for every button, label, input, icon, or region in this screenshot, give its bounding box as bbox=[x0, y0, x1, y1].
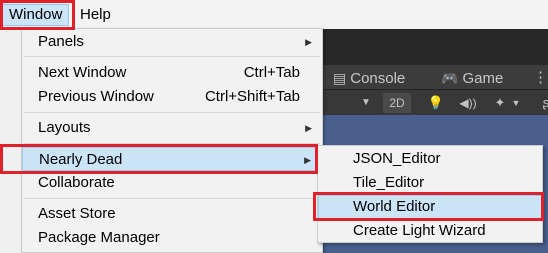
menu-item-asset-store[interactable]: Asset Store bbox=[22, 202, 322, 226]
menu-separator bbox=[24, 198, 320, 199]
menu-item-label: Layouts bbox=[38, 119, 91, 136]
submenu-arrow-icon: ▶ bbox=[305, 123, 312, 133]
lightbulb-icon[interactable]: 💡 bbox=[427, 93, 445, 113]
effects-dropdown-icon[interactable]: ▼ bbox=[511, 93, 521, 113]
menu-item-label: Asset Store bbox=[38, 205, 116, 222]
annotation-box-nearly-dead bbox=[0, 144, 318, 174]
effects-icon[interactable]: ✦ bbox=[489, 93, 511, 113]
tab-console-label: Console bbox=[350, 70, 406, 87]
console-icon: ▤ bbox=[333, 70, 347, 86]
menu-item-panels[interactable]: Panels ▶ bbox=[22, 30, 322, 54]
menu-item-collaborate[interactable]: Collaborate bbox=[22, 171, 322, 195]
tab-more-menu[interactable]: ⋮ bbox=[533, 67, 548, 89]
menu-separator bbox=[24, 112, 320, 113]
scene-toolbar: ▼ 2D 💡 ◀)) ✦ ▼ ʂ bbox=[323, 89, 548, 115]
tab-game[interactable]: 🎮 Game bbox=[441, 67, 503, 89]
menu-item-shortcut: Ctrl+Shift+Tab bbox=[204, 88, 300, 105]
menu-item-next-window[interactable]: Next Window Ctrl+Tab bbox=[22, 61, 322, 85]
submenu-item-json-editor[interactable]: JSON_Editor bbox=[318, 147, 542, 171]
menu-item-layouts[interactable]: Layouts ▶ bbox=[22, 116, 322, 140]
annotation-box-window bbox=[0, 0, 75, 30]
hidden-objects-icon[interactable]: ʂ bbox=[541, 93, 548, 113]
menubar: Window Help bbox=[0, 0, 548, 29]
menu-item-package-manager[interactable]: Package Manager bbox=[22, 226, 322, 250]
toggle-2d-button[interactable]: 2D bbox=[383, 93, 411, 113]
gamepad-icon: 🎮 bbox=[441, 70, 459, 86]
shading-dropdown-icon[interactable]: ▼ bbox=[359, 93, 373, 113]
submenu-arrow-icon: ▶ bbox=[305, 37, 312, 47]
editor-tab-bar: ▤ Console 🎮 Game ⋮ bbox=[323, 65, 548, 89]
annotation-box-world-editor bbox=[313, 192, 544, 221]
menu-item-shortcut: Ctrl+Tab bbox=[243, 64, 300, 81]
menu-item-label: Collaborate bbox=[38, 174, 115, 191]
tab-game-label: Game bbox=[462, 70, 504, 87]
submenu-item-create-light-wizard[interactable]: Create Light Wizard bbox=[318, 219, 542, 243]
menu-item-label: Package Manager bbox=[38, 229, 160, 246]
menu-item-label: Previous Window bbox=[38, 88, 154, 105]
tab-console[interactable]: ▤ Console bbox=[333, 67, 405, 89]
menu-separator bbox=[24, 56, 320, 57]
window-menu: Panels ▶ Next Window Ctrl+Tab Previous W… bbox=[21, 28, 323, 253]
menu-item-label: Panels bbox=[38, 33, 84, 50]
menu-item-previous-window[interactable]: Previous Window Ctrl+Shift+Tab bbox=[22, 85, 322, 109]
audio-icon[interactable]: ◀)) bbox=[457, 93, 479, 113]
menu-help[interactable]: Help bbox=[74, 4, 117, 26]
menu-item-label: Next Window bbox=[38, 64, 127, 81]
